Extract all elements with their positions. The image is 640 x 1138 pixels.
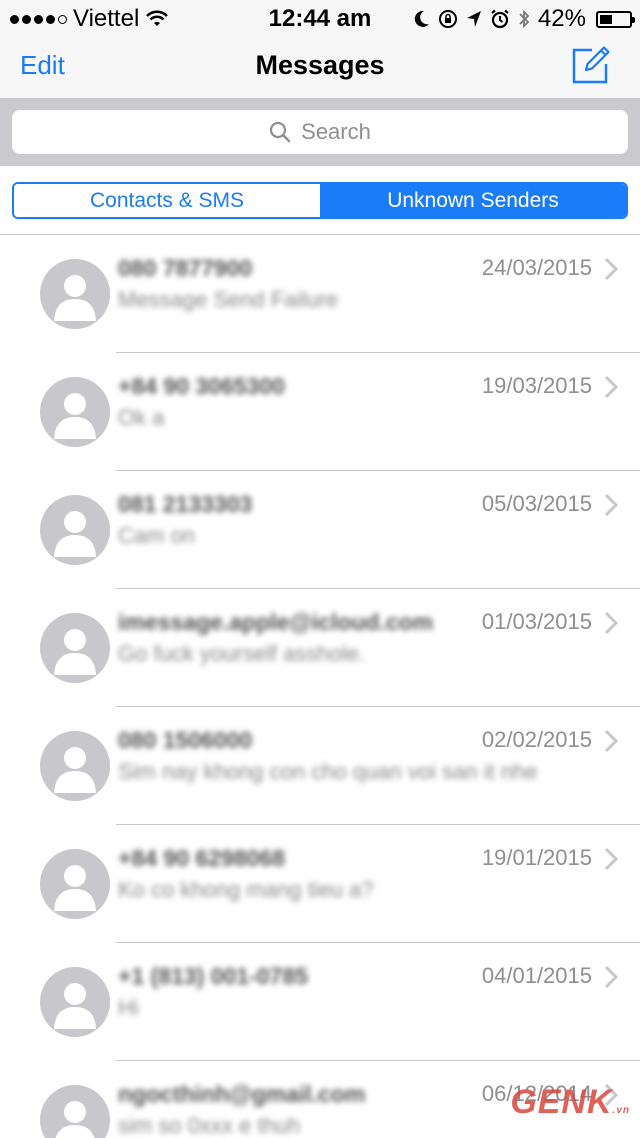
person-silhouette-icon [40, 1085, 110, 1138]
chevron-right-icon [604, 493, 619, 517]
conversation-date: 01/03/2015 [481, 609, 592, 634]
navigation-bar: Edit Messages [0, 34, 640, 98]
conversation-sender: +84 90 3065300 [118, 373, 285, 399]
conversation-sender: imessage.apple@icloud.com [118, 609, 434, 635]
bluetooth-icon [519, 9, 530, 29]
conversation-row[interactable]: imessage.apple@icloud.com Go fuck yourse… [0, 589, 640, 707]
compose-icon[interactable] [570, 44, 612, 86]
chevron-right-icon [604, 375, 619, 399]
chevron-right-icon [604, 965, 619, 989]
conversation-date: 02/02/2015 [481, 727, 592, 752]
filter-segment-container: Contacts & SMS Unknown Senders [0, 166, 640, 234]
status-right: 42% [414, 5, 635, 33]
location-icon [466, 11, 481, 27]
conversation-row[interactable]: +1 (813) 001-0785 Hi 04/01/2015 [0, 943, 640, 1061]
conversation-preview: Ko co khong mang tieu a? [118, 877, 374, 902]
chevron-right-icon [604, 729, 619, 753]
conversation-preview: Message Send Failure [118, 287, 339, 312]
conversation-sender: ngocthinh@gmail.com [118, 1081, 366, 1107]
conversation-row[interactable]: 080 7877900 Message Send Failure 24/03/2… [0, 235, 640, 353]
alarm-icon [491, 9, 509, 29]
page-title: Messages [255, 50, 385, 80]
person-silhouette-icon [40, 849, 110, 919]
conversation-row[interactable]: 081 2133303 Cam on 05/03/2015 [0, 471, 640, 589]
conversation-preview: sim so 0xxx e thuh [118, 1113, 301, 1138]
conversation-preview: Sim nay khong con cho quan voi san it nh… [118, 759, 538, 784]
person-silhouette-icon [40, 259, 110, 329]
conversation-sender: +1 (813) 001-0785 [118, 963, 308, 989]
conversation-sender: 081 2133303 [118, 491, 253, 517]
battery-icon [596, 10, 635, 28]
conversation-date: 24/03/2015 [481, 255, 592, 280]
conversation-sender: 080 7877900 [118, 255, 253, 281]
message-list: 080 7877900 Message Send Failure 24/03/2… [0, 235, 640, 1138]
conversation-date: 04/01/2015 [481, 963, 592, 988]
conversation-sender: 080 1506000 [118, 727, 253, 753]
conversation-date: 19/03/2015 [481, 373, 592, 398]
watermark-logo: GENK.vn [510, 1083, 630, 1122]
person-silhouette-icon [40, 377, 110, 447]
conversation-sender: +84 90 6298068 [118, 845, 285, 871]
conversation-preview: Go fuck yourself asshole. [118, 641, 366, 666]
conversation-preview: Ok a [118, 405, 165, 430]
conversation-date: 19/01/2015 [481, 845, 592, 870]
magnifier-icon [270, 121, 291, 143]
watermark-suffix: .vn [612, 1105, 630, 1116]
search-placeholder: Search [301, 119, 371, 144]
conversation-row[interactable]: 080 1506000 Sim nay khong con cho quan v… [0, 707, 640, 825]
segment-unknown-senders[interactable]: Unknown Senders [320, 184, 626, 217]
search-bar-container: Search [0, 98, 640, 166]
status-bar: Viettel 12:44 am 42% [0, 0, 640, 34]
conversation-preview: Cam on [118, 523, 196, 548]
conversation-row[interactable]: +84 90 3065300 Ok a 19/03/2015 [0, 353, 640, 471]
filter-segmented-control: Contacts & SMS Unknown Senders [12, 182, 628, 219]
rotation-lock-icon [438, 10, 457, 28]
conversation-date: 05/03/2015 [481, 491, 592, 516]
conversation-preview: Hi [118, 995, 139, 1020]
watermark-brand: GENK [510, 1083, 613, 1121]
person-silhouette-icon [40, 731, 110, 801]
person-silhouette-icon [40, 495, 110, 565]
chevron-right-icon [604, 847, 619, 871]
person-silhouette-icon [40, 967, 110, 1037]
chevron-right-icon [604, 611, 619, 635]
moon-icon [414, 10, 429, 27]
segment-contacts-sms[interactable]: Contacts & SMS [14, 184, 320, 217]
conversation-row[interactable]: +84 90 6298068 Ko co khong mang tieu a? … [0, 825, 640, 943]
battery-percent: 42% [537, 5, 586, 32]
person-silhouette-icon [40, 613, 110, 683]
chevron-right-icon [604, 257, 619, 281]
search-input[interactable]: Search [12, 110, 628, 154]
